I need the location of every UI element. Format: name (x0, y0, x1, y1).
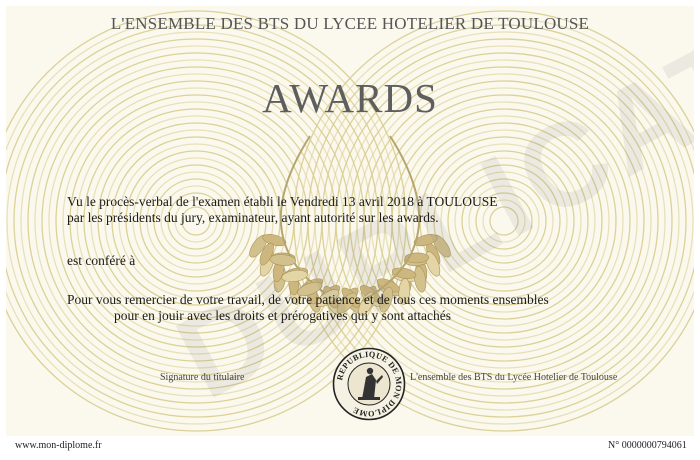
serial-number: N° 0000000794061 (608, 440, 687, 451)
conferred-to-line: est conféré à (67, 253, 136, 268)
republique-seal-icon: REPUBLIQUE DE MON DIPLOME (332, 347, 406, 421)
dedication-line: Pour vous remercier de votre travail, de… (67, 292, 549, 307)
website-link[interactable]: www.mon-diplome.fr (15, 440, 102, 451)
exam-statement-line: Vu le procès-verbal de l'examen établi l… (67, 194, 498, 209)
rights-line: pour en jouir avec les droits et préroga… (114, 308, 452, 323)
holder-signature-label: Signature du titulaire (160, 372, 245, 383)
issuer-signature-label: L'ensemble des BTS du Lycée Hotelier de … (410, 372, 618, 383)
jury-statement-line: par les présidents du jury, examinateur,… (67, 210, 439, 225)
institution-header: L'ENSEMBLE DES BTS DU LYCEE HOTELIER DE … (110, 14, 590, 33)
certificate-title: AWARDS (262, 75, 438, 121)
